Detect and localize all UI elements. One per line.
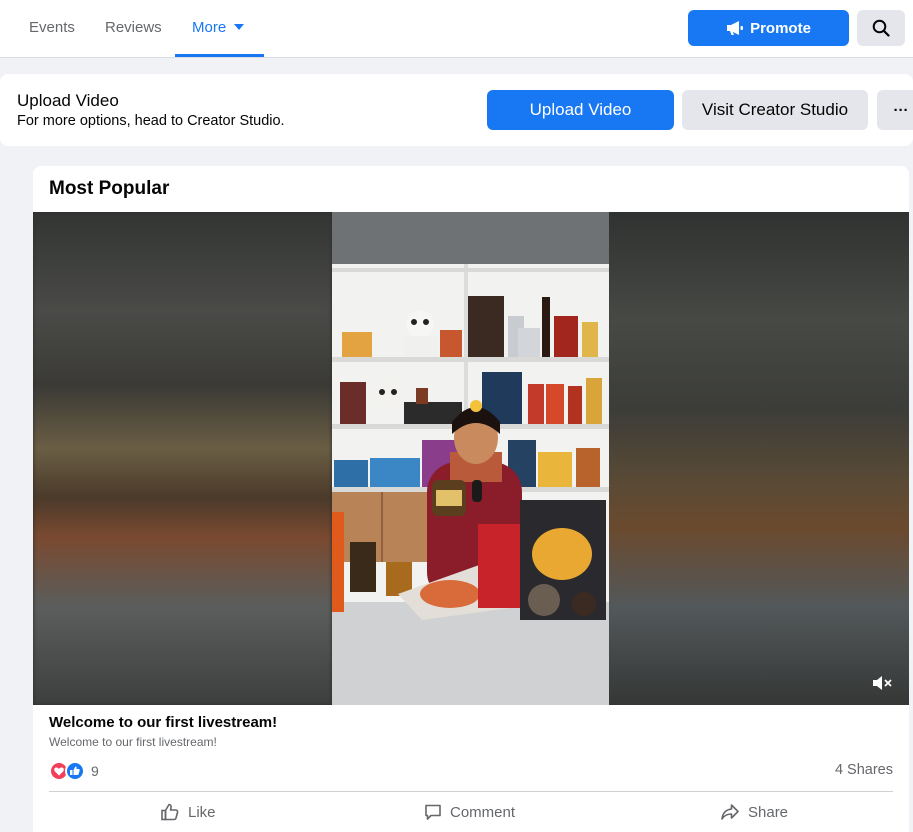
thumbs-up-icon — [161, 803, 179, 821]
reactions-summary[interactable]: 9 — [49, 761, 99, 781]
video-player[interactable] — [33, 212, 909, 705]
search-icon — [872, 19, 890, 37]
section-title: Most Popular — [49, 178, 170, 199]
tab-events[interactable]: Events — [29, 0, 75, 58]
creator-studio-label: Visit Creator Studio — [701, 100, 849, 119]
upload-video-label: Upload Video — [529, 100, 632, 119]
caret-down-icon — [234, 24, 245, 31]
share-button[interactable]: Share — [720, 800, 788, 824]
upload-video-button[interactable]: Upload Video — [487, 90, 674, 130]
upload-video-bar: Upload Video For more options, head to C… — [0, 74, 913, 146]
comment-label: Comment — [450, 803, 516, 821]
upload-title: Upload Video — [17, 91, 119, 110]
tab-more-label: More — [192, 19, 227, 36]
video-frame — [332, 212, 609, 705]
video-blur-right — [609, 212, 909, 705]
search-button[interactable] — [857, 10, 905, 46]
comment-icon — [425, 804, 441, 820]
more-dots-icon: ··· — [893, 101, 909, 119]
livestream-scene-image — [332, 212, 609, 705]
like-label: Like — [188, 803, 216, 821]
tab-more[interactable]: More — [192, 0, 245, 58]
mute-icon[interactable] — [871, 674, 893, 692]
share-icon — [721, 804, 739, 820]
active-tab-indicator — [175, 54, 264, 57]
upload-subtitle: For more options, head to Creator Studio… — [17, 113, 285, 129]
more-options-button[interactable]: ··· — [877, 90, 913, 130]
share-label: Share — [748, 803, 789, 821]
post-description: Welcome to our first livestream! — [49, 735, 217, 749]
page-tab-bar: Events Reviews More Promote — [0, 0, 913, 58]
shares-count[interactable]: 4 Shares — [835, 762, 893, 778]
actions-divider — [49, 791, 893, 792]
tab-reviews[interactable]: Reviews — [105, 0, 162, 58]
most-popular-card: Most Popular Welcome to our first livest… — [33, 166, 909, 832]
post-title: Welcome to our first livestream! — [49, 714, 278, 731]
video-blur-left — [33, 212, 332, 705]
like-button[interactable]: Like — [160, 800, 216, 824]
visit-creator-studio-button[interactable]: Visit Creator Studio — [682, 90, 868, 130]
reaction-count: 9 — [91, 763, 99, 779]
like-reaction-icon — [65, 761, 85, 781]
tab-events-label: Events — [29, 19, 75, 36]
promote-label: Promote — [750, 19, 811, 37]
comment-button[interactable]: Comment — [424, 800, 515, 824]
megaphone-icon — [727, 21, 744, 35]
tab-reviews-label: Reviews — [105, 19, 162, 36]
promote-button[interactable]: Promote — [688, 10, 849, 46]
